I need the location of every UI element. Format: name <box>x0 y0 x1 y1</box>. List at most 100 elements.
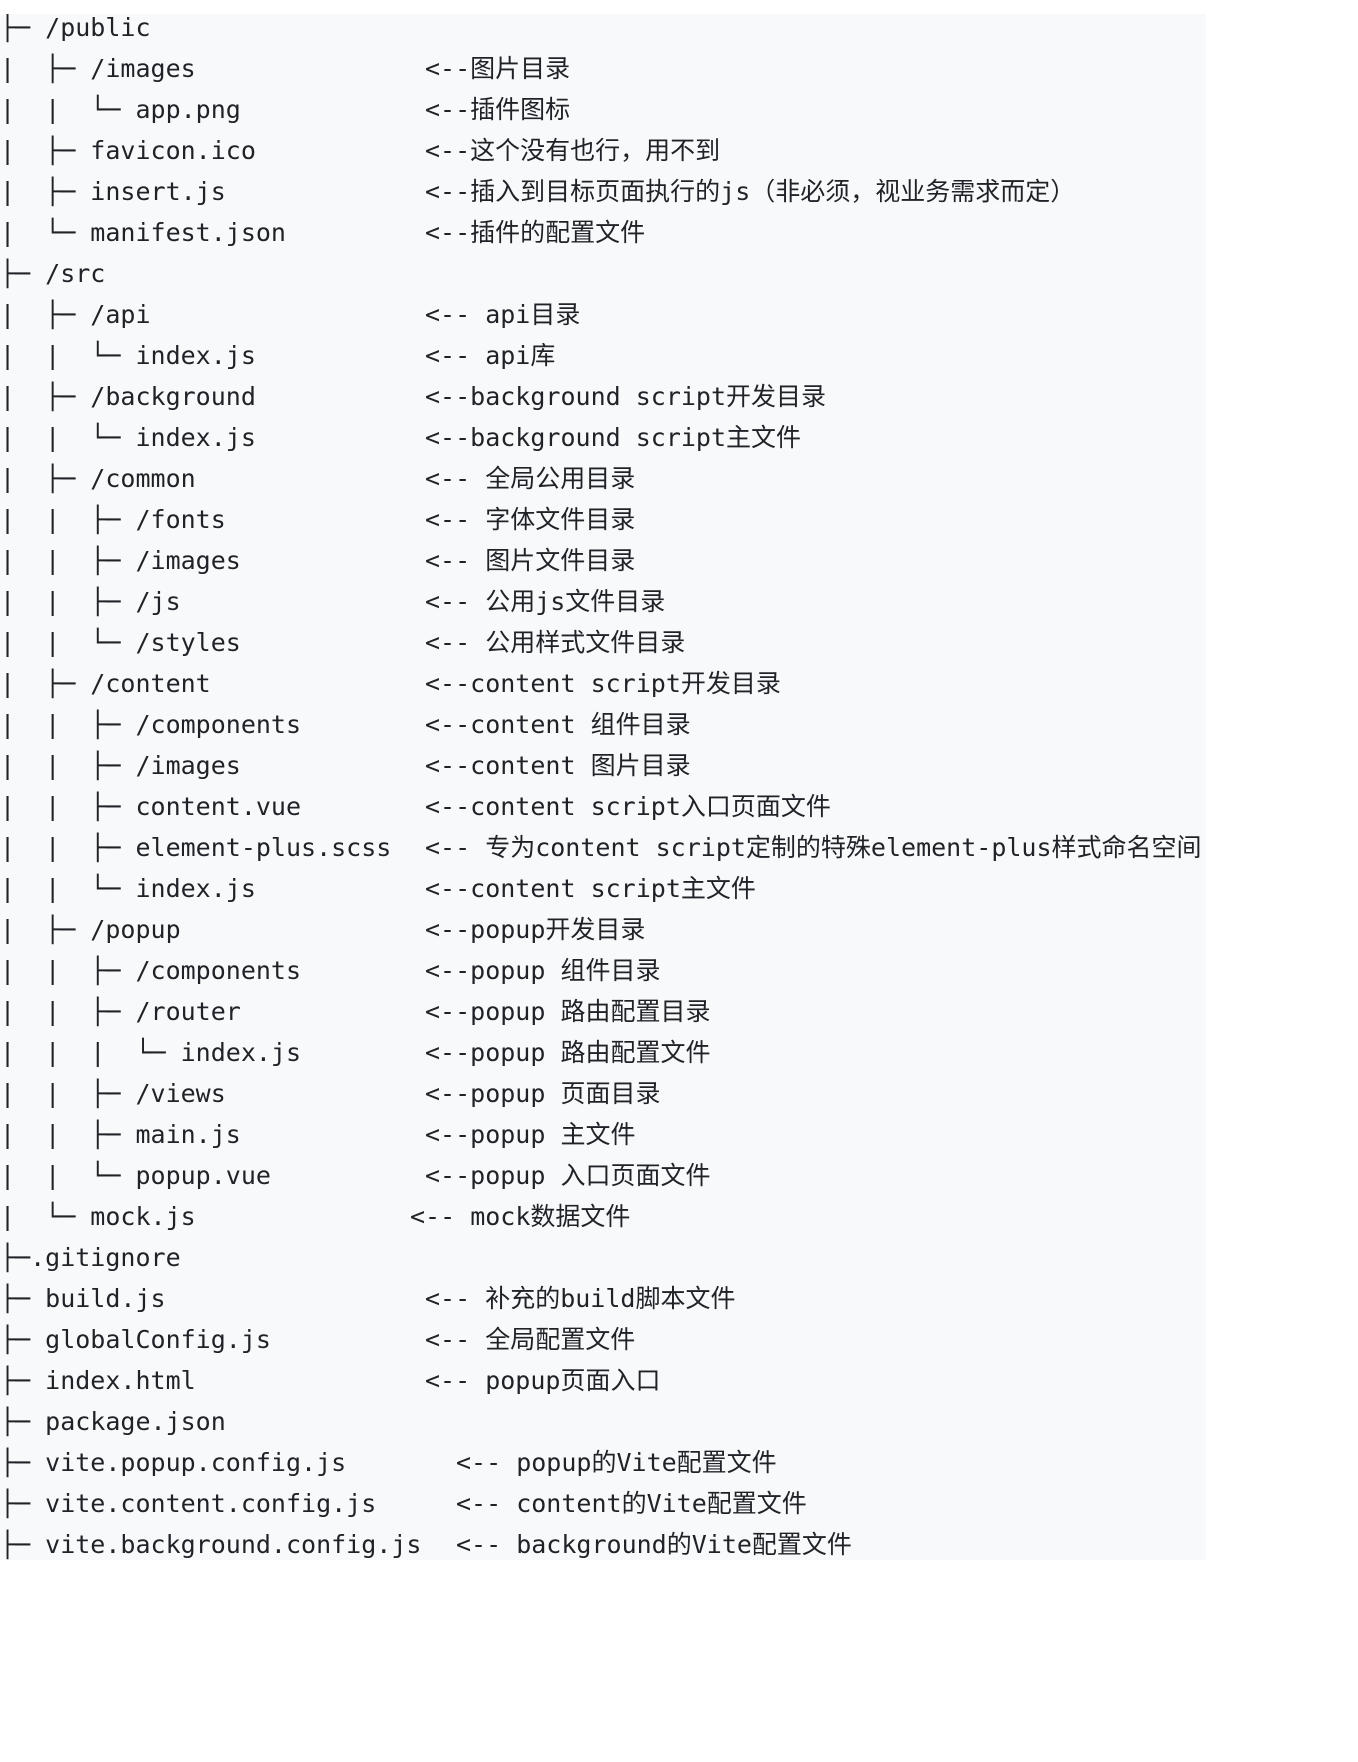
tree-line: | | ├─ /components <--popup 组件目录 <box>0 950 660 991</box>
tree-line: | ├─ /background <--background script开发目录 <box>0 376 826 417</box>
tree-entry-path: | ├─ /background <box>0 381 256 411</box>
tree-entry-path: | | ├─ /images <box>0 545 241 575</box>
tree-line: | | | └─ index.js <--popup 路由配置文件 <box>0 1032 710 1073</box>
tree-entry-path: ├─ package.json <box>0 1406 226 1436</box>
tree-line: | | ├─ /images <-- 图片文件目录 <box>0 540 635 581</box>
tree-entry-comment: <-- api库 <box>425 340 556 370</box>
tree-entry-path: | ├─ /popup <box>0 914 181 944</box>
tree-line: | | ├─ /images <--content 图片目录 <box>0 745 691 786</box>
tree-line: ├─ index.html <-- popup页面入口 <box>0 1360 660 1401</box>
tree-entry-comment: <-- popup的Vite配置文件 <box>456 1447 777 1477</box>
tree-line: | ├─ insert.js <--插入到目标页面执行的js（非必须，视业务需求而… <box>0 171 1075 212</box>
tree-entry-comment: <--这个没有也行，用不到 <box>425 135 721 165</box>
tree-line: | | └─ index.js <--content script主文件 <box>0 868 756 909</box>
tree-entry-comment: <--popup 路由配置目录 <box>425 996 711 1026</box>
tree-entry-path: ├─ vite.popup.config.js <box>0 1447 347 1477</box>
tree-entry-path: ├─ vite.content.config.js <box>0 1488 377 1518</box>
tree-entry-comment: <--content 图片目录 <box>425 750 691 780</box>
tree-entry-comment: <--popup 路由配置文件 <box>425 1037 711 1067</box>
tree-line: | | └─ popup.vue <--popup 入口页面文件 <box>0 1155 710 1196</box>
tree-entry-path: | ├─ /api <box>0 299 151 329</box>
tree-entry-path: | | └─ index.js <box>0 422 256 452</box>
tree-entry-path: | | ├─ /components <box>0 709 302 739</box>
tree-entry-path: ├─ index.html <box>0 1365 196 1395</box>
tree-entry-comment: <-- 全局配置文件 <box>425 1324 636 1354</box>
tree-line: | ├─ favicon.ico <--这个没有也行，用不到 <box>0 130 720 171</box>
tree-entry-comment: <-- background的Vite配置文件 <box>456 1529 852 1559</box>
tree-entry-path: ├─ globalConfig.js <box>0 1324 271 1354</box>
tree-entry-comment: <--content script开发目录 <box>425 668 781 698</box>
tree-entry-comment: <--background script开发目录 <box>425 381 827 411</box>
tree-line: | | ├─ element-plus.scss <-- 专为content sc… <box>0 827 1202 868</box>
tree-entry-comment: <--插件图标 <box>425 94 571 124</box>
tree-line: ├─ globalConfig.js <-- 全局配置文件 <box>0 1319 635 1360</box>
tree-entry-comment: <--插入到目标页面执行的js（非必须，视业务需求而定） <box>425 176 1076 206</box>
tree-line: ├─ vite.content.config.js <-- content的Vit… <box>0 1483 807 1524</box>
tree-entry-comment: <--插件的配置文件 <box>425 217 646 247</box>
tree-line: | └─ mock.js <-- mock数据文件 <box>0 1196 630 1237</box>
tree-entry-comment: <-- 专为content script定制的特殊element-plus样式命… <box>425 832 1202 862</box>
tree-entry-path: | | | └─ index.js <box>0 1037 302 1067</box>
tree-line: | | └─ app.png <--插件图标 <box>0 89 570 130</box>
tree-entry-comment: <--图片目录 <box>425 53 571 83</box>
tree-entry-path: | | ├─ element-plus.scss <box>0 832 392 862</box>
tree-entry-comment: <-- api目录 <box>425 299 581 329</box>
tree-entry-path: | | ├─ main.js <box>0 1119 241 1149</box>
tree-entry-path: | ├─ /common <box>0 463 196 493</box>
tree-entry-path: | | └─ index.js <box>0 873 256 903</box>
tree-entry-path: | | ├─ /fonts <box>0 504 226 534</box>
tree-entry-comment: <-- popup页面入口 <box>425 1365 661 1395</box>
tree-entry-comment: <-- 公用js文件目录 <box>425 586 666 616</box>
tree-line: ├─ /public <box>0 14 151 48</box>
tree-entry-path: | | ├─ content.vue <box>0 791 302 821</box>
tree-entry-comment: <-- 图片文件目录 <box>425 545 636 575</box>
tree-line: ├─.gitignore <box>0 1237 181 1278</box>
tree-entry-path: | ├─ insert.js <box>0 176 226 206</box>
tree-entry-comment: <--popup 入口页面文件 <box>425 1160 711 1190</box>
tree-entry-path: | | ├─ /components <box>0 955 302 985</box>
tree-line: ├─ build.js <-- 补充的build脚本文件 <box>0 1278 735 1319</box>
tree-line: | ├─ /common <-- 全局公用目录 <box>0 458 635 499</box>
tree-line: | ├─ /api <-- api目录 <box>0 294 580 335</box>
tree-entry-comment: <-- 补充的build脚本文件 <box>425 1283 736 1313</box>
tree-entry-path: | ├─ /images <box>0 53 196 83</box>
tree-entry-comment: <--popup开发目录 <box>425 914 646 944</box>
tree-line: ├─ package.json <box>0 1401 226 1442</box>
tree-entry-path: | └─ mock.js <box>0 1201 196 1231</box>
tree-entry-path: | ├─ /content <box>0 668 211 698</box>
tree-line: | | └─ index.js <--background script主文件 <box>0 417 801 458</box>
tree-line: | | └─ /styles <-- 公用样式文件目录 <box>0 622 685 663</box>
tree-entry-comment: <--background script主文件 <box>425 422 802 452</box>
tree-line: ├─ /src <box>0 253 105 294</box>
tree-entry-path: | | ├─ /router <box>0 996 241 1026</box>
tree-entry-comment: <--content script入口页面文件 <box>425 791 831 821</box>
tree-line: | ├─ /popup <--popup开发目录 <box>0 909 645 950</box>
tree-line: | | ├─ /router <--popup 路由配置目录 <box>0 991 710 1032</box>
tree-entry-path: | └─ manifest.json <box>0 217 286 247</box>
tree-entry-path: | | ├─ /views <box>0 1078 226 1108</box>
tree-entry-path: ├─.gitignore <box>0 1242 181 1272</box>
tree-entry-path: | | └─ index.js <box>0 340 256 370</box>
tree-entry-comment: <--content 组件目录 <box>425 709 691 739</box>
tree-line: ├─ vite.popup.config.js <-- popup的Vite配置文… <box>0 1442 777 1483</box>
tree-line: | | └─ index.js <-- api库 <box>0 335 555 376</box>
tree-line: | | ├─ /js <-- 公用js文件目录 <box>0 581 665 622</box>
tree-entry-path: | | └─ popup.vue <box>0 1160 271 1190</box>
tree-entry-comment: <-- 全局公用目录 <box>425 463 636 493</box>
tree-entry-comment: <--popup 主文件 <box>425 1119 636 1149</box>
tree-line: | └─ manifest.json <--插件的配置文件 <box>0 212 645 253</box>
tree-entry-comment: <-- content的Vite配置文件 <box>456 1488 807 1518</box>
tree-entry-path: | ├─ favicon.ico <box>0 135 256 165</box>
tree-line: | | ├─ content.vue <--content script入口页面文… <box>0 786 831 827</box>
tree-entry-path: ├─ /src <box>0 258 106 288</box>
tree-line: ├─ vite.background.config.js <-- backgrou… <box>0 1524 852 1561</box>
tree-entry-comment: <-- 公用样式文件目录 <box>425 627 686 657</box>
tree-entry-path: ├─ /public <box>0 14 151 42</box>
tree-line: | ├─ /content <--content script开发目录 <box>0 663 781 704</box>
directory-tree-code-block: ├─ /public | ├─ /images <--图片目录 | | └─ app.… <box>0 14 1206 1560</box>
tree-entry-comment: <--popup 组件目录 <box>425 955 661 985</box>
tree-line: | | ├─ /fonts <-- 字体文件目录 <box>0 499 635 540</box>
tree-entry-path: | | └─ /styles <box>0 627 241 657</box>
tree-entry-path: | | ├─ /js <box>0 586 181 616</box>
tree-entry-path: | | ├─ /images <box>0 750 241 780</box>
